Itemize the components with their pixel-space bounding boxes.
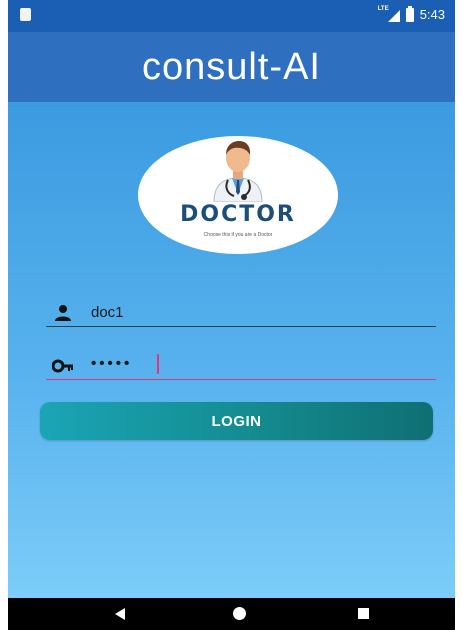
key-icon	[52, 359, 73, 373]
network-label: LTE	[377, 5, 389, 12]
navigation-bar	[8, 598, 455, 630]
doctor-label: DOCTOR	[180, 202, 296, 227]
app-title: consult-AI	[142, 45, 321, 88]
password-value: •••••	[91, 355, 133, 372]
doctor-icon	[213, 141, 263, 202]
app-bar: consult-AI	[8, 32, 455, 102]
doctor-caption: Choose this if you are a Doctor	[203, 232, 273, 238]
signal-icon: LTE	[377, 5, 400, 22]
person-icon	[55, 305, 71, 321]
status-bar: LTE 5:43	[8, 0, 455, 32]
battery-icon	[405, 5, 414, 22]
home-icon[interactable]	[233, 607, 246, 620]
recents-icon[interactable]	[358, 608, 369, 619]
login-content: DOCTOR Choose this if you are a Doctor d…	[8, 102, 455, 598]
status-icons: LTE 5:43	[377, 5, 445, 22]
back-icon[interactable]	[115, 608, 125, 620]
text-cursor	[157, 354, 159, 374]
doctor-role-card[interactable]: DOCTOR Choose this if you are a Doctor	[138, 136, 338, 254]
password-field[interactable]: •••••	[46, 353, 436, 380]
status-time: 5:43	[419, 7, 445, 22]
phone-screen: LTE 5:43 consult-AI DOCTOR Choose this i…	[8, 0, 455, 630]
username-value: doc1	[91, 304, 124, 321]
login-button[interactable]: LOGIN	[40, 402, 433, 440]
notification-icon	[20, 8, 31, 21]
username-field[interactable]: doc1	[46, 300, 436, 327]
